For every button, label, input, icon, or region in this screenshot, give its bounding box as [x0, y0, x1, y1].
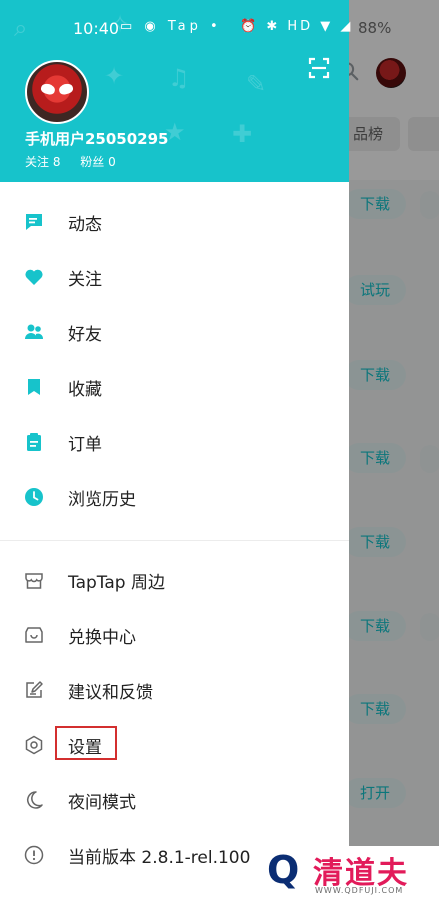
system-icons: ⏰ ✱ HD ▼ ◢ — [240, 19, 354, 34]
friends-icon — [25, 324, 44, 339]
menu-label: 夜间模式 — [68, 793, 136, 813]
menu-item-settings[interactable]: 设置 — [0, 720, 349, 770]
battery-level: 88% — [358, 19, 392, 37]
menu-label: 当前版本 2.8.1-rel.100 — [68, 848, 251, 868]
menu-item-orders[interactable]: 订单 — [0, 417, 349, 467]
menu-item-friends[interactable]: 好友 — [0, 307, 349, 357]
menu-item-history[interactable]: 浏览历史 — [0, 472, 349, 522]
menu-item-feedback[interactable]: 建议和反馈 — [0, 665, 349, 715]
status-time: 10:40 — [73, 19, 120, 38]
username[interactable]: 手机用户25050295 — [25, 128, 169, 149]
menu-item-favorites[interactable]: 收藏 — [0, 362, 349, 412]
pattern-music-icon: ♫ — [168, 64, 190, 92]
fans-count[interactable]: 粉丝 0 — [80, 155, 115, 169]
settings-highlight-box — [55, 726, 117, 760]
menu-divider — [0, 540, 349, 541]
menu-label: 动态 — [68, 215, 102, 235]
following-count[interactable]: 关注 8 — [25, 155, 60, 169]
menu-label: 订单 — [68, 435, 102, 455]
navigation-drawer: ⌕ ✦ ♫ ✎ ★ ✚ ✧ 手机用户25050295 关注 8 粉丝 0 动态 — [0, 0, 349, 899]
avatar[interactable] — [25, 60, 89, 124]
clipboard-icon — [27, 433, 41, 451]
store-icon — [25, 573, 43, 589]
pattern-controller-icon: ✦ — [104, 62, 125, 90]
chat-bubble-icon — [26, 214, 42, 230]
clock-icon — [25, 488, 43, 506]
menu-label: 好友 — [68, 325, 102, 345]
moon-icon — [27, 791, 43, 809]
watermark-url: WWW.QDFUJI.COM — [315, 886, 404, 895]
menu-item-feed[interactable]: 动态 — [0, 197, 349, 247]
pattern-controller-icon: ✚ — [232, 120, 253, 148]
menu-label: TapTap 周边 — [68, 573, 165, 593]
pattern-wand-icon: ✎ — [246, 70, 267, 98]
menu-label: 建议和反馈 — [68, 683, 153, 703]
shopping-bag-icon — [25, 627, 43, 643]
bookmark-icon — [28, 379, 40, 395]
menu-item-night-mode[interactable]: 夜间模式 — [0, 775, 349, 825]
menu-label: 收藏 — [68, 380, 102, 400]
edit-icon — [26, 681, 43, 698]
heart-icon — [25, 269, 43, 285]
follow-stats: 关注 8 粉丝 0 — [25, 153, 132, 170]
menu-label: 兑换中心 — [68, 628, 136, 648]
info-icon — [24, 845, 44, 865]
settings-hexagon-icon — [25, 735, 43, 755]
menu-item-merch[interactable]: TapTap 周边 — [0, 555, 349, 605]
watermark-q-icon: Q — [267, 848, 300, 892]
watermark-logo: Q 清道夫 WWW.QDFUJI.COM — [255, 846, 439, 899]
scan-icon[interactable] — [307, 56, 331, 80]
menu-item-following[interactable]: 关注 — [0, 252, 349, 302]
menu-item-redeem[interactable]: 兑换中心 — [0, 610, 349, 660]
menu-label: 浏览历史 — [68, 490, 136, 510]
notification-icons: ▭ ◉ Tap • — [120, 19, 222, 34]
status-bar: 10:40 ▭ ◉ Tap • ⏰ ✱ HD ▼ ◢ 88% — [0, 12, 439, 48]
menu-label: 关注 — [68, 270, 102, 290]
